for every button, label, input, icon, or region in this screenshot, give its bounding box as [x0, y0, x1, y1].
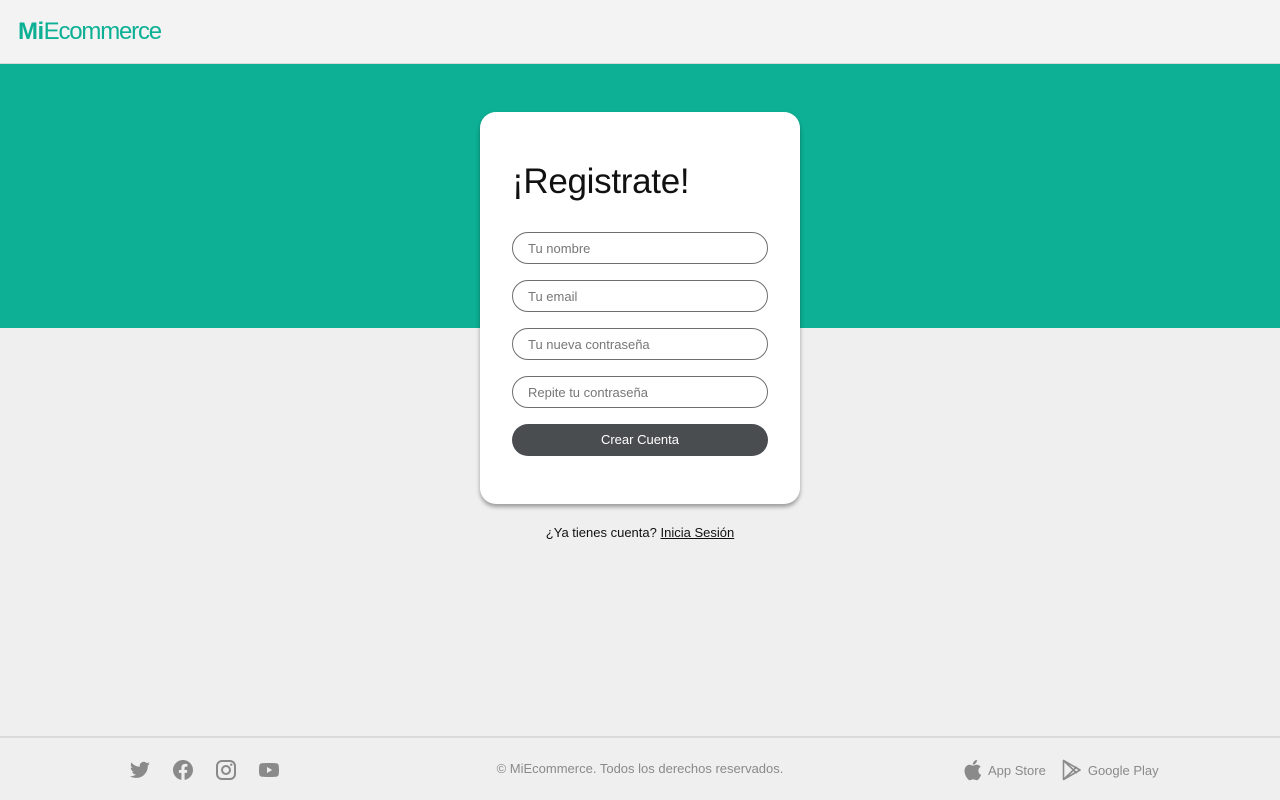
login-prompt: ¿Ya tienes cuenta? Inicia Sesión [0, 524, 1280, 542]
email-input[interactable] [512, 280, 768, 312]
twitter-link[interactable] [128, 758, 152, 782]
twitter-icon [129, 761, 150, 778]
password-input[interactable] [512, 328, 768, 360]
store-links: App Store Google Play [962, 757, 1159, 783]
facebook-link[interactable] [171, 758, 195, 782]
copyright-text: © MiEcommerce. Todos los derechos reserv… [496, 761, 784, 776]
logo-bold: Mi [18, 18, 44, 45]
logo[interactable]: MiEcommerce [18, 18, 162, 46]
logo-light: Ecommerce [43, 18, 162, 45]
facebook-icon [173, 760, 193, 780]
footer: © MiEcommerce. Todos los derechos reserv… [0, 736, 1280, 800]
apple-icon [964, 759, 982, 781]
app-store-label: App Store [988, 762, 1046, 778]
signup-card: ¡Registrate! Crear Cuenta [480, 112, 800, 504]
app-store-link[interactable]: App Store [962, 759, 1046, 781]
name-input[interactable] [512, 232, 768, 264]
top-header: MiEcommerce [0, 0, 1280, 64]
social-links [128, 758, 281, 782]
instagram-link[interactable] [214, 758, 238, 782]
instagram-icon [216, 760, 236, 780]
google-play-icon [1062, 759, 1081, 781]
login-prompt-text: ¿Ya tienes cuenta? [545, 525, 657, 540]
create-account-button[interactable]: Crear Cuenta [512, 424, 768, 456]
repeat-password-input[interactable] [512, 376, 768, 408]
google-play-link[interactable]: Google Play [1062, 759, 1159, 781]
google-play-label: Google Play [1087, 762, 1159, 778]
login-link[interactable]: Inicia Sesión [660, 525, 734, 540]
youtube-icon [259, 763, 279, 777]
signup-title: ¡Registrate! [512, 162, 690, 201]
youtube-link[interactable] [257, 758, 281, 782]
